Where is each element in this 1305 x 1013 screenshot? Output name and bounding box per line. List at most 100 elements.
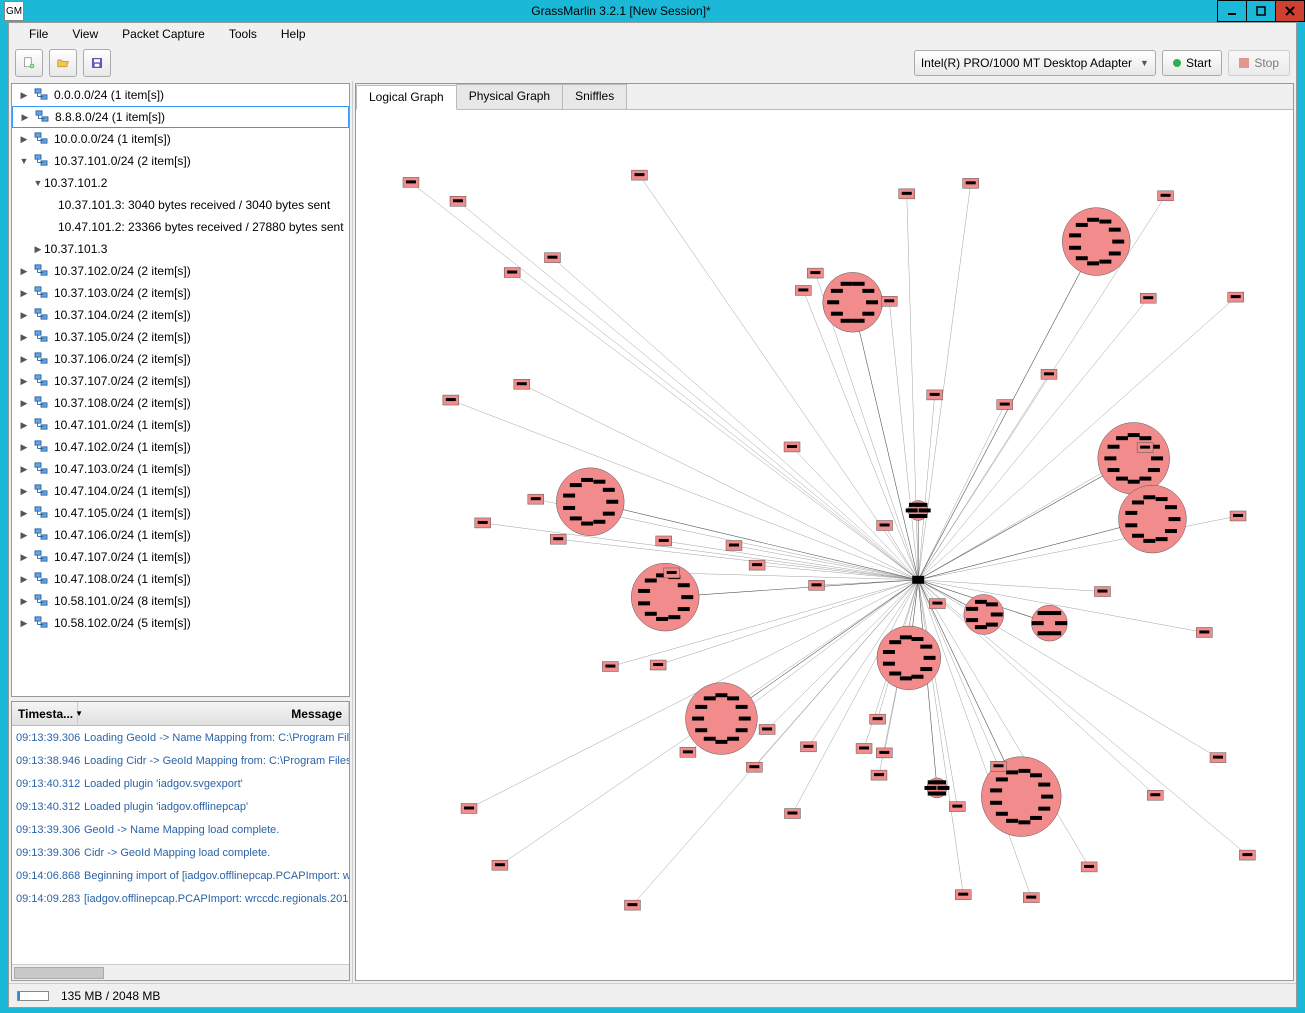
tree-row[interactable]: ▼10.37.101.2 bbox=[12, 172, 349, 194]
tree-row[interactable]: ▶10.47.103.0/24 (1 item[s]) bbox=[12, 458, 349, 480]
tree-row[interactable]: ▶10.0.0.0/24 (1 item[s]) bbox=[12, 128, 349, 150]
tree-caret-icon[interactable]: ▼ bbox=[32, 178, 44, 188]
network-icon bbox=[34, 330, 50, 344]
tree-row[interactable]: ▼ 10.37.101.0/24 (2 item[s]) bbox=[12, 150, 349, 172]
tree-row[interactable]: ▶10.37.107.0/24 (2 item[s]) bbox=[12, 370, 349, 392]
menu-file[interactable]: File bbox=[17, 25, 60, 43]
start-button[interactable]: Start bbox=[1162, 50, 1222, 76]
tree-caret-icon[interactable]: ▶ bbox=[18, 552, 30, 563]
tree-row[interactable]: ▶10.47.107.0/24 (1 item[s]) bbox=[12, 546, 349, 568]
log-row[interactable]: 09:13:40.312Loaded plugin 'iadgov.svgexp… bbox=[12, 772, 349, 795]
log-scrollbar[interactable] bbox=[12, 964, 349, 980]
tree-row[interactable]: ▶10.37.105.0/24 (2 item[s]) bbox=[12, 326, 349, 348]
network-icon bbox=[34, 506, 50, 520]
tree-row[interactable]: ▶0.0.0.0/24 (1 item[s]) bbox=[12, 84, 349, 106]
close-button[interactable] bbox=[1275, 0, 1305, 22]
tree-row[interactable]: ▶10.37.106.0/24 (2 item[s]) bbox=[12, 348, 349, 370]
tree-label: 10.47.104.0/24 (1 item[s]) bbox=[54, 484, 191, 498]
adapter-dropdown[interactable]: Intel(R) PRO/1000 MT Desktop Adapter ▼ bbox=[914, 50, 1156, 76]
left-panel: ▶0.0.0.0/24 (1 item[s])▶8.8.8.0/24 (1 it… bbox=[9, 81, 353, 983]
tree-row[interactable]: ▶10.58.101.0/24 (8 item[s]) bbox=[12, 590, 349, 612]
tree-scroll[interactable]: ▶0.0.0.0/24 (1 item[s])▶8.8.8.0/24 (1 it… bbox=[12, 84, 349, 696]
tree-caret-icon[interactable]: ▶ bbox=[18, 618, 30, 629]
menu-tools[interactable]: Tools bbox=[217, 25, 269, 43]
tree-caret-icon[interactable]: ▶ bbox=[18, 530, 30, 541]
log-row[interactable]: 09:13:39.306GeoId -> Name Mapping load c… bbox=[12, 818, 349, 841]
menu-help[interactable]: Help bbox=[269, 25, 318, 43]
log-timestamp: 09:13:38.946 bbox=[12, 755, 78, 767]
stop-label: Stop bbox=[1254, 56, 1279, 70]
tree-row[interactable]: ▶10.47.108.0/24 (1 item[s]) bbox=[12, 568, 349, 590]
network-icon bbox=[34, 572, 50, 586]
maximize-button[interactable] bbox=[1246, 0, 1276, 22]
network-icon bbox=[34, 462, 50, 476]
log-header: Timesta...▼ Message bbox=[12, 702, 349, 726]
tree-row[interactable]: ▶ 10.47.104.0/24 (1 item[s]) bbox=[12, 480, 349, 502]
tree-row[interactable]: ▶10.47.106.0/24 (1 item[s]) bbox=[12, 524, 349, 546]
tree-caret-icon[interactable]: ▶ bbox=[18, 266, 30, 277]
log-message: Loaded plugin 'iadgov.offlinepcap' bbox=[78, 801, 349, 813]
tab-logical-graph[interactable]: Logical Graph bbox=[356, 85, 457, 110]
tree-row[interactable]: ▶10.37.102.0/24 (2 item[s]) bbox=[12, 260, 349, 282]
tree-caret-icon[interactable]: ▶ bbox=[18, 464, 30, 475]
statusbar: 135 MB / 2048 MB bbox=[9, 983, 1296, 1007]
tree-caret-icon[interactable]: ▶ bbox=[18, 442, 30, 453]
tree-caret-icon[interactable]: ▶ bbox=[18, 398, 30, 409]
toolbar: Intel(R) PRO/1000 MT Desktop Adapter ▼ S… bbox=[9, 45, 1296, 81]
log-row[interactable]: 09:13:39.306Cidr -> GeoId Mapping load c… bbox=[12, 841, 349, 864]
save-button[interactable] bbox=[83, 49, 111, 77]
tree-row[interactable]: ▶8.8.8.0/24 (1 item[s]) bbox=[12, 106, 349, 128]
log-header-message[interactable]: Message bbox=[78, 702, 349, 725]
open-folder-button[interactable] bbox=[49, 49, 77, 77]
log-timestamp: 09:14:09.283 bbox=[12, 893, 78, 905]
tab-physical-graph[interactable]: Physical Graph bbox=[456, 84, 563, 109]
tree-row[interactable]: ▶10.47.101.0/24 (1 item[s]) bbox=[12, 414, 349, 436]
log-body[interactable]: 09:13:39.306Loading GeoId -> Name Mappin… bbox=[12, 726, 349, 964]
tree-caret-icon[interactable]: ▶ bbox=[18, 310, 30, 321]
tree-row[interactable]: ▶10.58.102.0/24 (5 item[s]) bbox=[12, 612, 349, 634]
new-file-button[interactable] bbox=[15, 49, 43, 77]
log-row[interactable]: 09:13:38.946Loading Cidr -> GeoId Mappin… bbox=[12, 749, 349, 772]
tree-caret-icon[interactable]: ▶ bbox=[18, 354, 30, 365]
tree-caret-icon[interactable]: ▶ bbox=[18, 376, 30, 387]
tree-caret-icon[interactable]: ▶ bbox=[18, 596, 30, 607]
tree-caret-icon[interactable]: ▶ bbox=[18, 90, 30, 101]
graph-canvas[interactable] bbox=[356, 110, 1293, 980]
tree-caret-icon[interactable]: ▶ bbox=[19, 112, 31, 123]
tree-caret-icon[interactable]: ▶ bbox=[18, 134, 30, 145]
tree-row[interactable]: ▶10.37.103.0/24 (2 item[s]) bbox=[12, 282, 349, 304]
tree-row[interactable]: ▶10.47.105.0/24 (1 item[s]) bbox=[12, 502, 349, 524]
tree-row[interactable]: ▶10.37.104.0/24 (2 item[s]) bbox=[12, 304, 349, 326]
network-icon bbox=[34, 550, 50, 564]
log-row[interactable]: 09:13:40.312Loaded plugin 'iadgov.offlin… bbox=[12, 795, 349, 818]
log-header-timestamp[interactable]: Timesta...▼ bbox=[12, 702, 78, 725]
tree-caret-icon[interactable]: ▶ bbox=[18, 486, 30, 497]
network-icon bbox=[34, 352, 50, 366]
tree-caret-icon[interactable]: ▶ bbox=[18, 508, 30, 519]
tab-sniffles[interactable]: Sniffles bbox=[562, 84, 627, 109]
memory-text: 135 MB / 2048 MB bbox=[61, 989, 160, 1003]
tree-caret-icon[interactable]: ▶ bbox=[18, 420, 30, 431]
tree-caret-icon[interactable]: ▶ bbox=[18, 574, 30, 585]
tree-row[interactable]: ▶10.37.101.3 bbox=[12, 238, 349, 260]
minimize-button[interactable] bbox=[1217, 0, 1247, 22]
chevron-down-icon: ▼ bbox=[1140, 58, 1149, 68]
tree-caret-icon[interactable]: ▶ bbox=[18, 332, 30, 343]
tree-caret-icon[interactable]: ▶ bbox=[32, 244, 44, 255]
tree-row[interactable]: 10.47.101.2: 23366 bytes received / 2788… bbox=[12, 216, 349, 238]
menu-view[interactable]: View bbox=[60, 25, 110, 43]
menu-packet-capture[interactable]: Packet Capture bbox=[110, 25, 217, 43]
tree-caret-icon[interactable]: ▶ bbox=[18, 288, 30, 299]
tree-label: 10.37.101.0/24 (2 item[s]) bbox=[54, 154, 191, 168]
log-panel: Timesta...▼ Message 09:13:39.306Loading … bbox=[11, 701, 350, 981]
log-row[interactable]: 09:14:06.868Beginning import of [iadgov.… bbox=[12, 864, 349, 887]
tree-row[interactable]: 10.37.101.3: 3040 bytes received / 3040 … bbox=[12, 194, 349, 216]
log-timestamp: 09:13:39.306 bbox=[12, 847, 78, 859]
tree-row[interactable]: ▶10.47.102.0/24 (1 item[s]) bbox=[12, 436, 349, 458]
tree-row[interactable]: ▶10.37.108.0/24 (2 item[s]) bbox=[12, 392, 349, 414]
log-row[interactable]: 09:13:39.306Loading GeoId -> Name Mappin… bbox=[12, 726, 349, 749]
adapter-label: Intel(R) PRO/1000 MT Desktop Adapter bbox=[921, 56, 1132, 70]
main-split: ▶0.0.0.0/24 (1 item[s])▶8.8.8.0/24 (1 it… bbox=[9, 81, 1296, 983]
tree-caret-icon[interactable]: ▼ bbox=[18, 156, 30, 166]
log-row[interactable]: 09:14:09.283[iadgov.offlinepcap.PCAPImpo… bbox=[12, 887, 349, 910]
